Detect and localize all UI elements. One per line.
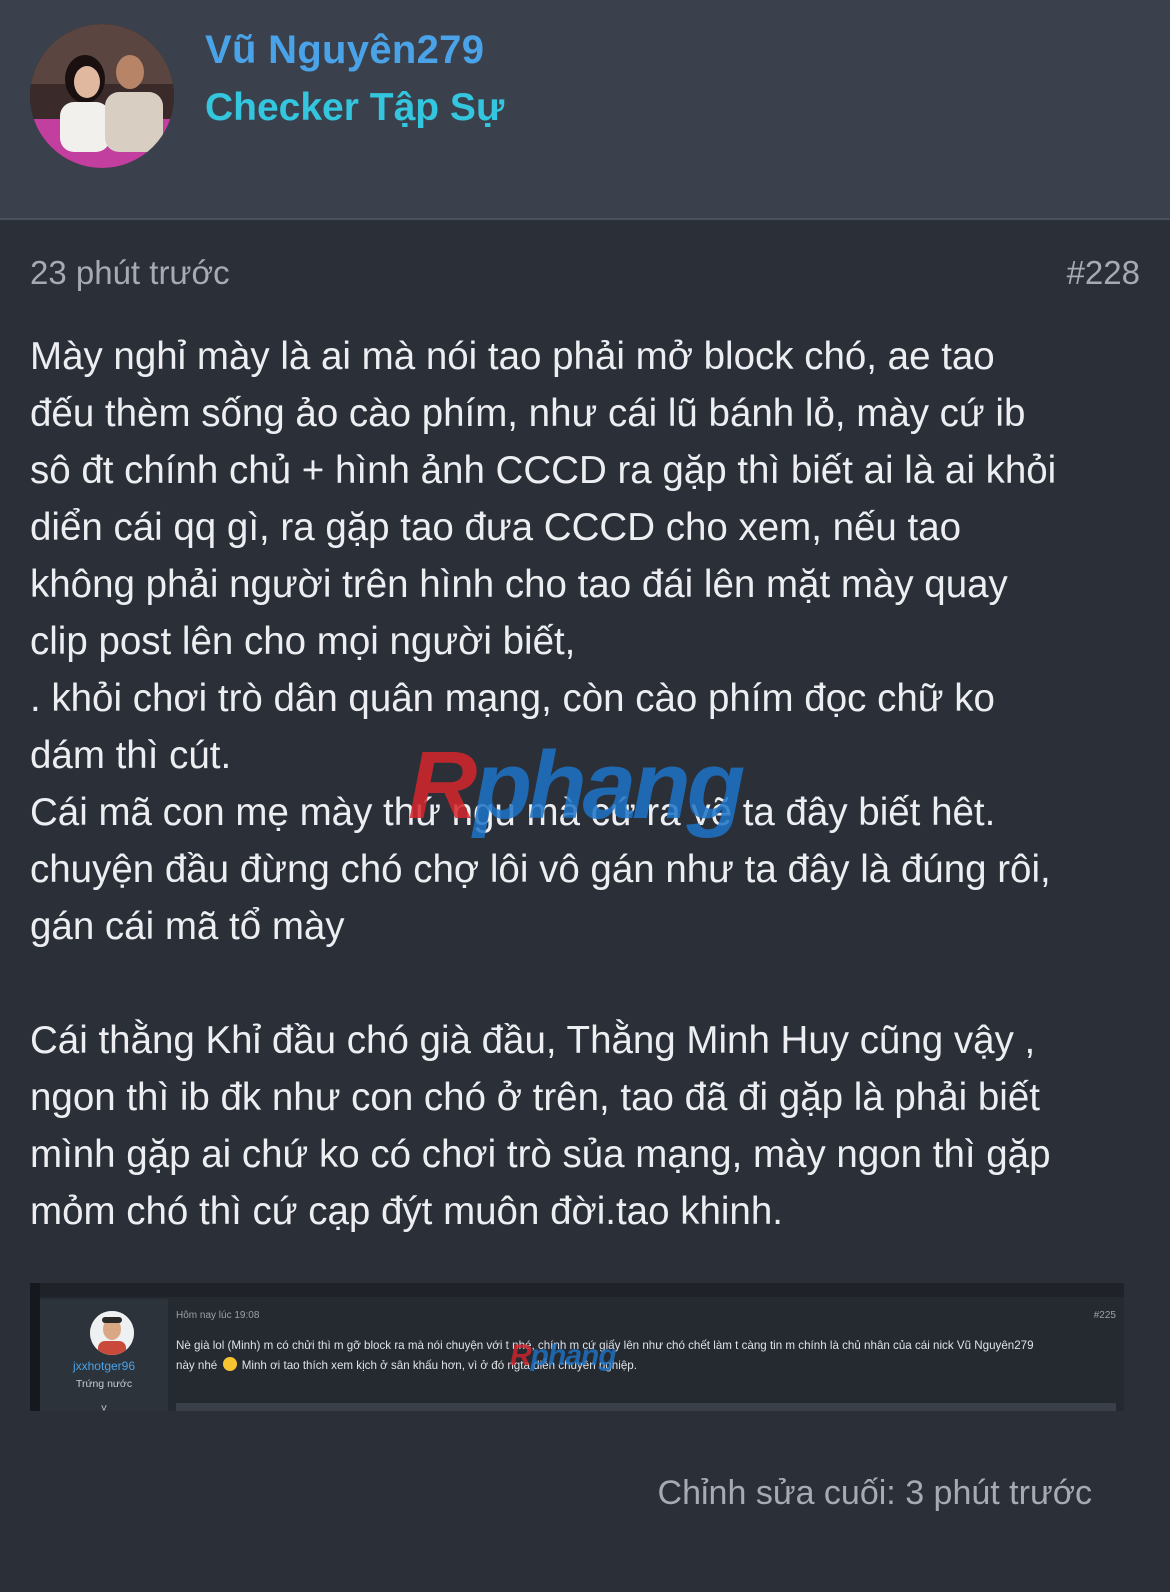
- username[interactable]: Vũ Nguyên279: [205, 28, 484, 73]
- post-number[interactable]: #228: [1067, 254, 1140, 292]
- post-line: sô đt chính chủ + hình ảnh CCCD ra gặp t…: [30, 449, 1057, 492]
- post-line: . khỏi chơi trò dân quân mạng, còn cào p…: [30, 677, 995, 720]
- post-line: dám thì cút.: [30, 734, 232, 777]
- quote-avatar[interactable]: [90, 1311, 134, 1355]
- smiley-emoji-icon: [222, 1357, 237, 1371]
- quote-message: Hôm nay lúc 19:08 #225 Nè già lol (Minh)…: [176, 1299, 1116, 1411]
- quote-line: Nè già lol (Minh) m có chửi thì m gỡ blo…: [176, 1339, 1034, 1352]
- user-avatar[interactable]: [30, 24, 174, 168]
- quote-watermark-first: R: [510, 1339, 532, 1372]
- quote-line-start: này nhé: [176, 1359, 218, 1372]
- profile-header: Vũ Nguyên279 Checker Tập Sự: [0, 0, 1170, 220]
- quote-watermark-logo: Rphang: [510, 1339, 617, 1373]
- post-line: không phải người trên hình cho tao đái l…: [30, 563, 1008, 606]
- post-line: Cái thằng Khỉ đầu chó già đầu, Thằng Min…: [30, 1019, 1036, 1062]
- last-edited: Chỉnh sửa cuối: 3 phút trước: [657, 1474, 1092, 1512]
- post-line: đếu thèm sống ảo cào phím, như cái lũ bá…: [30, 392, 1026, 435]
- quote-number[interactable]: #225: [1094, 1310, 1116, 1321]
- post-body: Mày nghỉ mày là ai mà nói tao phải mở bl…: [30, 328, 1150, 1240]
- quote-left-bar: [30, 1283, 40, 1411]
- quote-bottom-bar: [176, 1403, 1116, 1411]
- avatar-photo: [30, 24, 174, 168]
- post-line: diển cái qq gì, ra gặp tao đưa CCCD cho …: [30, 506, 962, 549]
- quote-username[interactable]: jxxhotger96: [40, 1359, 168, 1373]
- post-line: gán cái mã tổ mày: [30, 905, 345, 948]
- post-line: mình gặp ai chứ ko có chơi trò sủa mạng,…: [30, 1133, 1051, 1176]
- quote-user-title: Trứng nước: [75, 1378, 133, 1390]
- embedded-screenshot: jxxhotger96 Trứng nước ˅ Hôm nay lúc 19:…: [30, 1283, 1124, 1411]
- quote-user-panel: jxxhotger96 Trứng nước ˅: [40, 1299, 168, 1411]
- post-line: Mày nghỉ mày là ai mà nói tao phải mở bl…: [30, 335, 995, 378]
- post-line: mỏm chó thì cứ cạp đýt muôn đời.tao khin…: [30, 1190, 783, 1233]
- quote-text: Nè già lol (Minh) m có chửi thì m gỡ blo…: [176, 1336, 1116, 1376]
- chevron-down-icon[interactable]: ˅: [40, 1403, 168, 1411]
- user-title: Checker Tập Sự: [205, 86, 505, 129]
- quote-time[interactable]: Hôm nay lúc 19:08: [176, 1310, 259, 1321]
- post-line: Cái mã con mẹ mày thứ ngu mà cứ ra vẽ ta…: [30, 791, 996, 834]
- post-line: clip post lên cho mọi người biết,: [30, 620, 576, 663]
- post-time[interactable]: 23 phút trước: [30, 254, 230, 292]
- post-line: ngon thì ib đk như con chó ở trên, tao đ…: [30, 1076, 1040, 1119]
- quote-watermark-rest: phang: [530, 1339, 617, 1372]
- quote-avatar-photo: [90, 1311, 134, 1355]
- post-line: chuyện đầu đừng chó chợ lôi vô gán như t…: [30, 848, 1051, 891]
- quote-top-bar: [30, 1283, 1124, 1297]
- quote-line: này nhé Minh ơi tao thích xem kịch ở sân…: [176, 1356, 1116, 1376]
